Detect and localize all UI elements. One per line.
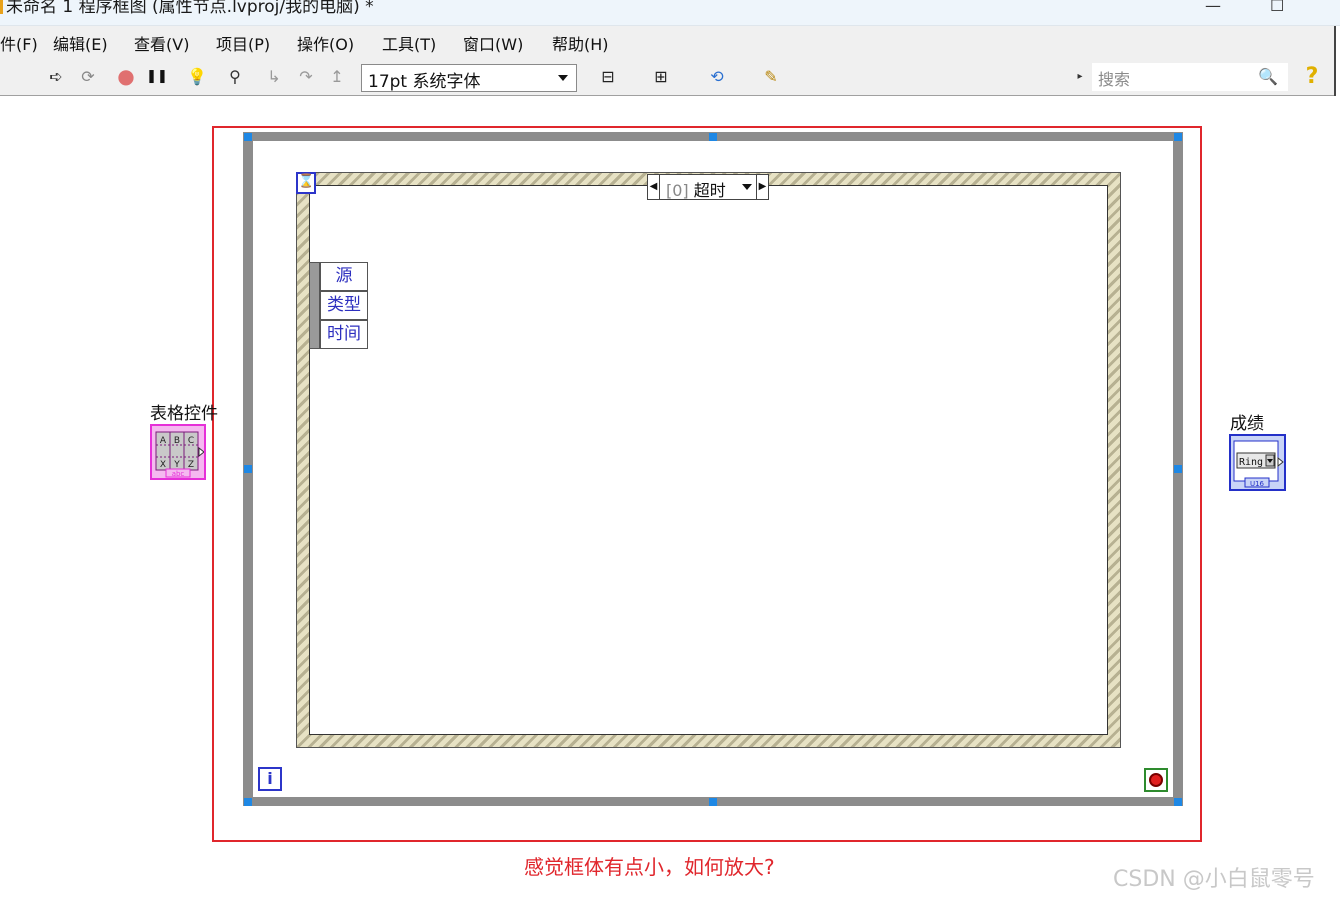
chevron-down-icon[interactable] [742, 184, 752, 190]
menu-tools[interactable]: 工具(T) [382, 31, 436, 55]
menu-help[interactable]: 帮助(H) [552, 31, 609, 55]
stop-icon [1149, 773, 1163, 787]
window-edge [1334, 26, 1340, 96]
ring-icon: Ring U16 [1233, 440, 1284, 488]
event-data-time[interactable]: 时间 [320, 320, 368, 349]
run-continuously-icon[interactable]: ⟳ [76, 64, 100, 88]
text-settings-value: 17pt 系统字体 [368, 72, 481, 92]
reorder-icon[interactable]: ⟲ [698, 64, 736, 88]
text-settings-select[interactable]: 17pt 系统字体 [361, 64, 577, 92]
table-cell-a: A [160, 436, 167, 446]
search-expand-icon[interactable]: ▸ [1074, 64, 1086, 88]
ring-control-terminal[interactable]: Ring U16 [1229, 434, 1286, 491]
maximize-button[interactable]: ☐ [1270, 0, 1284, 15]
step-over-icon[interactable]: ↷ [294, 64, 318, 88]
menu-file[interactable]: 件(F) [0, 31, 38, 55]
step-out-icon[interactable]: ↥ [325, 64, 349, 88]
menu-edit[interactable]: 编辑(E) [53, 31, 108, 55]
table-control-terminal[interactable]: A B C X Y Z abc [150, 424, 206, 480]
menu-bar: 件(F) 编辑(E) 查看(V) 项目(P) 操作(O) 工具(T) 窗口(W)… [0, 26, 1334, 56]
ring-control-tag: U16 [1250, 480, 1265, 488]
title-accent [0, 0, 3, 14]
title-bar: 未命名 1 程序框图 (属性节点.lvproj/我的电脑) * — ☐ [0, 0, 1340, 26]
distribute-objects-icon[interactable]: ⊞ [643, 64, 679, 88]
clean-up-diagram-icon[interactable]: ✎ [754, 64, 788, 88]
resize-handle-top[interactable] [709, 133, 717, 141]
menu-window[interactable]: 窗口(W) [463, 31, 523, 55]
search-placeholder: 搜索 [1098, 70, 1131, 89]
table-cell-b: B [174, 436, 180, 446]
run-arrow-icon[interactable]: ➪ [44, 64, 68, 88]
menu-view[interactable]: 查看(V) [134, 31, 189, 55]
retain-wire-values-icon[interactable]: ⚲ [223, 64, 247, 88]
menu-project[interactable]: 项目(P) [216, 31, 270, 55]
resize-handle-top-right[interactable] [1174, 133, 1182, 141]
table-cell-c: C [188, 436, 194, 446]
pause-icon[interactable]: ❚❚ [145, 64, 169, 88]
ring-text: Ring [1239, 457, 1263, 468]
event-case-selector[interactable]: ◀ [0] 超时 ▶ [647, 174, 769, 200]
case-index: [0] [666, 181, 689, 200]
table-cell-x: X [160, 460, 166, 470]
event-data-node-handle[interactable] [309, 262, 320, 349]
resize-handle-top-left[interactable] [244, 133, 252, 141]
resize-handle-left[interactable] [244, 465, 252, 473]
menu-operate[interactable]: 操作(O) [297, 31, 354, 55]
window-title: 未命名 1 程序框图 (属性节点.lvproj/我的电脑) * [6, 0, 374, 17]
loop-condition-terminal[interactable] [1144, 768, 1168, 792]
search-icon[interactable]: 🔍 [1256, 64, 1280, 88]
event-data-node[interactable]: 源 类型 时间 [309, 262, 368, 349]
case-label: [0] 超时 [666, 177, 726, 201]
toolbar: ➪ ⟳ ● ❚❚ 💡 ⚲ ↳ ↷ ↥ 17pt 系统字体 ⊟ ⊞ ⟲ ✎ ▸ 搜… [0, 56, 1334, 96]
step-into-icon[interactable]: ↳ [262, 64, 286, 88]
watermark: CSDN @小白鼠零号 [1113, 867, 1315, 892]
annotation-caption: 感觉框体有点小，如何放大? [524, 855, 775, 879]
resize-handle-bottom-right[interactable] [1174, 798, 1182, 806]
table-control-label[interactable]: 表格控件 [150, 399, 218, 424]
iteration-terminal[interactable]: i [258, 767, 282, 791]
resize-handle-bottom-left[interactable] [244, 798, 252, 806]
align-objects-icon[interactable]: ⊟ [590, 64, 626, 88]
next-case-icon[interactable]: ▶ [756, 175, 768, 199]
previous-case-icon[interactable]: ◀ [648, 175, 660, 199]
event-data-source[interactable]: 源 [320, 262, 368, 291]
case-name: 超时 [693, 181, 726, 200]
highlight-execution-icon[interactable]: 💡 [185, 64, 209, 88]
minimize-button[interactable]: — [1205, 0, 1221, 15]
ring-control-label[interactable]: 成绩 [1230, 409, 1264, 434]
event-data-type[interactable]: 类型 [320, 291, 368, 320]
table-control-tag: abc [172, 470, 185, 478]
event-structure[interactable] [296, 172, 1121, 748]
chevron-down-icon [558, 75, 568, 81]
event-structure-diagram[interactable] [309, 185, 1108, 735]
abort-execution-icon[interactable]: ● [114, 64, 138, 88]
timeout-hourglass-icon[interactable]: ⌛ [296, 172, 316, 194]
resize-handle-bottom[interactable] [709, 798, 717, 806]
table-grid-icon: A B C X Y Z abc [155, 431, 205, 478]
help-icon[interactable]: ? [1300, 64, 1324, 89]
resize-handle-right[interactable] [1174, 465, 1182, 473]
